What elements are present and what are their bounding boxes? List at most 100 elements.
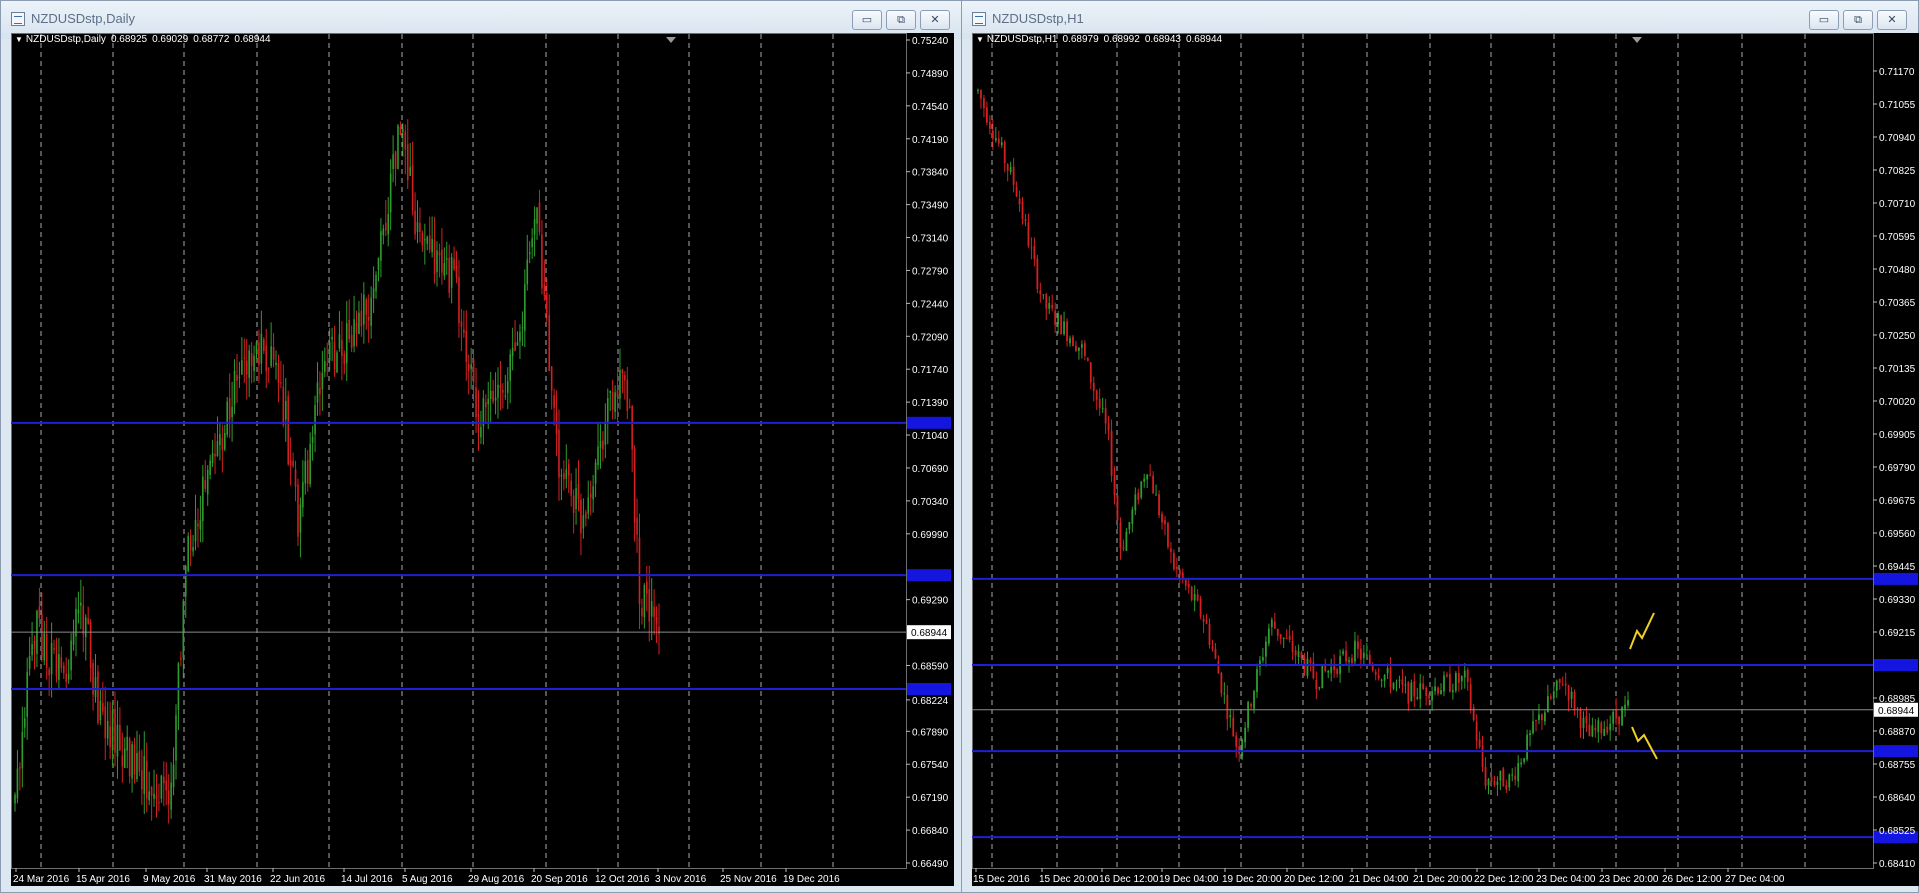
candle-body [1600, 722, 1603, 734]
candle-body [397, 125, 399, 169]
candle-body [616, 390, 619, 398]
candle-body [1057, 313, 1060, 325]
current-price-label: 0.68944 [911, 628, 948, 639]
candle-body [1279, 634, 1282, 639]
candle-body [983, 98, 985, 109]
price-tick-label: 0.69790 [1879, 463, 1916, 474]
candle-body [324, 361, 326, 373]
candle-body [463, 329, 465, 333]
price-tick-label: 0.72090 [912, 332, 949, 343]
candle-body [1603, 728, 1606, 736]
candle-body [1549, 696, 1552, 699]
candle-body [1615, 709, 1618, 719]
candle-body [1285, 637, 1288, 639]
candle-body [1098, 398, 1101, 408]
candle-body [243, 357, 246, 359]
price-tick-label: 0.66840 [912, 826, 949, 837]
candle-body [158, 802, 160, 804]
candle-body [658, 626, 660, 635]
price-tick-label: 0.70825 [1879, 166, 1916, 177]
candlestick-chart[interactable]: 0.68944 0.71170 0.71055 0.70940 0.70825 0.707… [972, 33, 1919, 886]
candle-body [50, 642, 53, 675]
price-tick-label: 0.68590 [912, 661, 949, 672]
price-tick-label: 0.70940 [1879, 133, 1916, 144]
candle-body [1273, 621, 1276, 629]
candle-body [53, 648, 55, 650]
candle-body [499, 385, 502, 389]
candle-body [180, 657, 182, 660]
restore-button[interactable]: ⧉ [886, 10, 916, 30]
candle-body [1128, 522, 1131, 530]
candle-body [1199, 598, 1202, 617]
time-tick-label: 16 Dec 12:00 [1099, 874, 1159, 885]
dropdown-triangle-icon[interactable]: ▼ [15, 35, 23, 44]
price-chart-daily[interactable]: 0.68944 0.75240 0.74890 0.74540 0.74190 0.738… [11, 33, 954, 886]
candle-body [1003, 141, 1006, 164]
candle-body [624, 375, 626, 381]
time-tick-label: 26 Dec 12:00 [1662, 874, 1722, 885]
minimize-button[interactable]: ▭ [1809, 10, 1839, 30]
candle-body [1594, 727, 1597, 731]
info-low: 0.68772 [193, 34, 230, 45]
info-high: 0.68992 [1103, 34, 1140, 45]
candle-body [991, 130, 994, 139]
price-tick-label: 0.70250 [1879, 331, 1916, 342]
candle-body [450, 257, 453, 288]
restore-button[interactable]: ⧉ [1843, 10, 1873, 30]
candle-body [563, 473, 565, 480]
candle-body [321, 372, 324, 390]
info-symbol: NZDUSDstp,Daily [25, 34, 106, 45]
candle-body [184, 566, 187, 597]
candle-body [1365, 654, 1368, 656]
candle-body [94, 676, 97, 698]
close-button[interactable]: ✕ [920, 10, 950, 30]
close-button[interactable]: ✕ [1877, 10, 1907, 30]
candle-body [1137, 492, 1140, 500]
candle-body [592, 486, 594, 500]
time-tick-label: 24 Mar 2016 [13, 874, 70, 885]
candlestick-chart[interactable]: 0.68944 0.75240 0.74890 0.74540 0.74190 0.738… [11, 33, 954, 886]
candle-body [26, 671, 28, 717]
candle-body [1042, 294, 1045, 296]
price-chart-h1[interactable]: 0.68944 0.71170 0.71055 0.70940 0.70825 0.707… [972, 33, 1919, 886]
candle-body [387, 214, 390, 235]
candle-body [1490, 776, 1493, 782]
candle-body [267, 368, 270, 370]
candle-body [1606, 726, 1609, 733]
candle-body [358, 312, 360, 335]
price-axis: 0.75240 0.74890 0.74540 0.74190 0.73840 0.734… [906, 36, 949, 870]
price-tick-label: 0.70340 [912, 497, 949, 508]
candle-body [1555, 680, 1558, 691]
candle-body [1318, 687, 1321, 689]
candle-body [1357, 641, 1359, 649]
dropdown-triangle-icon[interactable]: ▼ [976, 35, 984, 44]
minimize-button[interactable]: ▭ [852, 10, 882, 30]
time-tick-label: 19 Dec 2016 [783, 874, 840, 885]
candle-body [460, 321, 463, 327]
candle-body [1362, 652, 1365, 659]
candle-body [348, 319, 350, 339]
candle-body [1570, 691, 1573, 699]
candles [14, 119, 660, 824]
candle-body [1039, 290, 1042, 295]
candle-body [511, 347, 514, 357]
candle-body [372, 288, 375, 298]
price-tick-label: 0.69445 [1879, 562, 1916, 573]
price-tick-label: 0.73140 [912, 234, 949, 245]
candle-body [489, 390, 492, 400]
candle-body [250, 352, 253, 366]
candle-body [155, 794, 158, 800]
candle-body [1078, 347, 1080, 351]
price-tick-label: 0.75240 [912, 36, 949, 47]
price-tick-label: 0.67540 [912, 760, 949, 771]
candle-body [1161, 514, 1163, 523]
price-tick-label: 0.70595 [1879, 232, 1916, 243]
candle-body [1119, 522, 1122, 549]
candle-body [492, 390, 494, 402]
candle-body [1075, 345, 1077, 351]
candle-body [1428, 695, 1431, 699]
candle-body [187, 536, 189, 572]
candle-body [1460, 676, 1463, 682]
window-title: NZDUSDstp,H1 [992, 11, 1084, 26]
candle-body [284, 400, 287, 420]
